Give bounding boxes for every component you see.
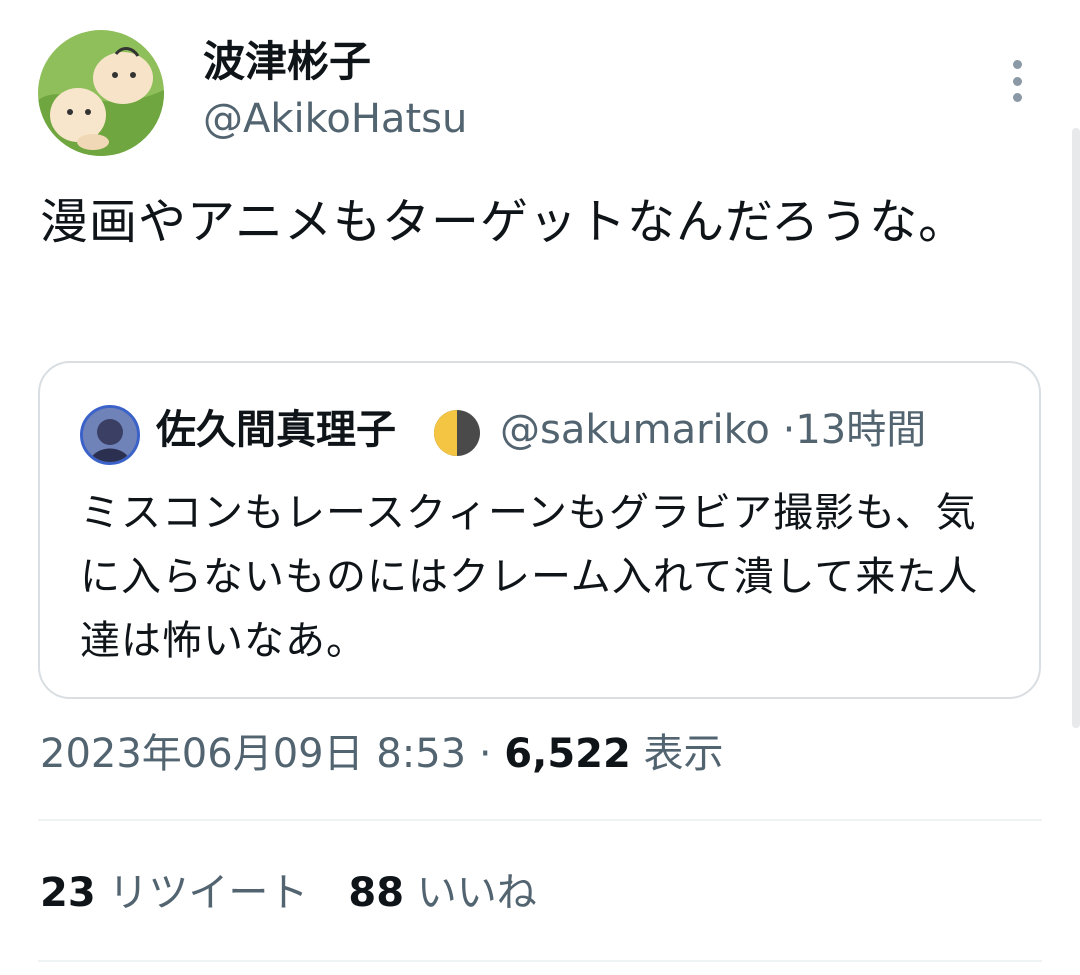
quoted-tweet-card[interactable]: 佐久間真理子 @sakumariko ·13時間 ミスコンもレースクィーンもグラ… bbox=[38, 361, 1041, 699]
timestamp-separator: · bbox=[478, 731, 492, 777]
quoted-avatar-image bbox=[83, 408, 137, 462]
retweets-stat[interactable]: 23 リツイート bbox=[40, 866, 308, 920]
retweets-count: 23 bbox=[40, 870, 96, 916]
scrollbar[interactable] bbox=[1072, 128, 1080, 728]
engagement-stats: 23 リツイート 88 いいね bbox=[40, 866, 577, 920]
quoted-display-name[interactable]: 佐久間真理子 bbox=[156, 403, 396, 457]
quoted-age[interactable]: 13時間 bbox=[795, 407, 926, 453]
likes-stat[interactable]: 88 いいね bbox=[348, 866, 536, 920]
quoted-tweet-text: ミスコンもレースクィーンもグラビア撮影も、気に入らないものにはクレーム入れて潰し… bbox=[80, 490, 979, 664]
tweet-timestamp[interactable]: 2023年06月09日 8:53 bbox=[40, 731, 466, 777]
tweet-text: 漫画やアニメもターゲットなんだろうな。 bbox=[40, 194, 968, 250]
divider bbox=[38, 819, 1042, 821]
views-count: 6,522 bbox=[504, 731, 631, 777]
author-handle[interactable]: @AkikoHatsu bbox=[203, 94, 467, 144]
author-display-name[interactable]: 波津彬子 bbox=[203, 36, 371, 88]
tweet-timestamp-row: 2023年06月09日 8:53 · 6,522 表示 bbox=[40, 728, 724, 780]
author-avatar[interactable] bbox=[38, 30, 164, 156]
retweets-label: リツイート bbox=[108, 870, 309, 916]
meta-separator: · bbox=[782, 407, 796, 453]
quoted-author-avatar bbox=[80, 405, 140, 465]
first-quarter-moon-icon bbox=[433, 409, 481, 457]
more-vertical-icon[interactable] bbox=[1003, 60, 1031, 102]
divider bbox=[38, 960, 1042, 962]
likes-label: いいね bbox=[416, 870, 537, 916]
quoted-meta: @sakumariko ·13時間 bbox=[500, 403, 926, 457]
avatar-illustration bbox=[38, 30, 164, 156]
quoted-handle[interactable]: @sakumariko bbox=[500, 407, 770, 453]
likes-count: 88 bbox=[348, 870, 405, 916]
views-label: 表示 bbox=[643, 731, 724, 777]
